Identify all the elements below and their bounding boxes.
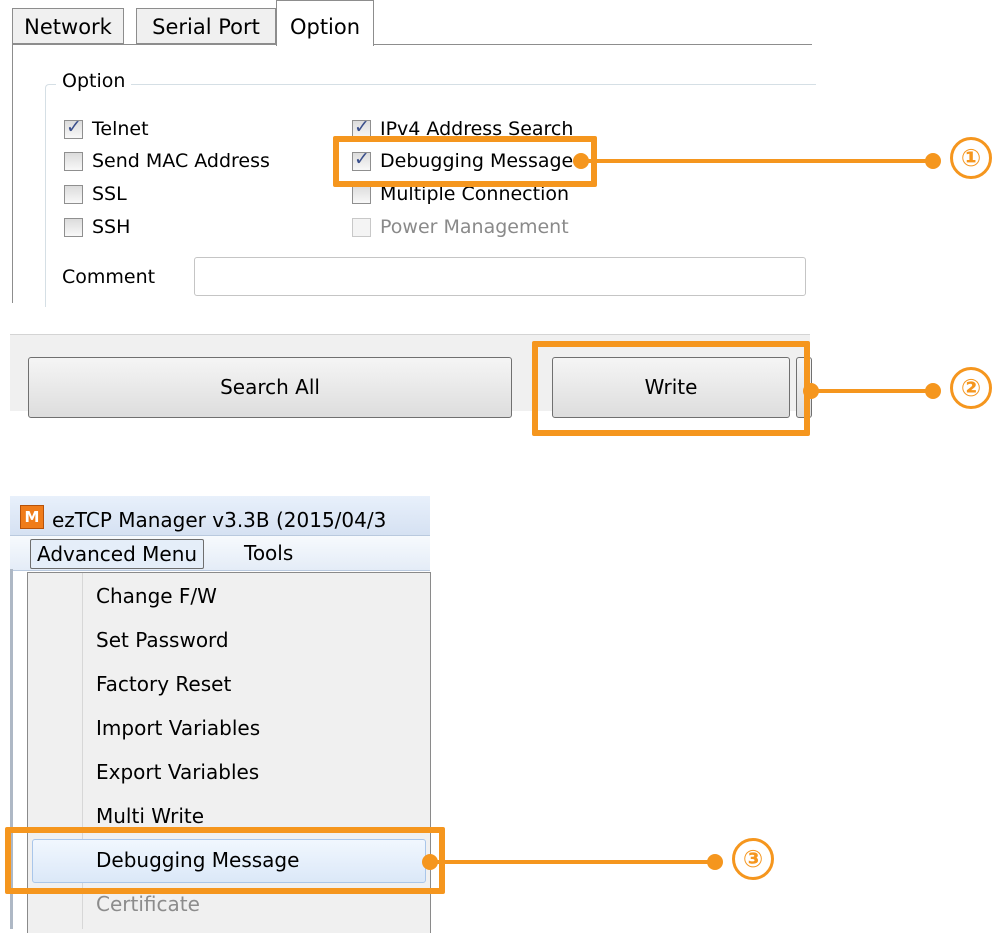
callout-number-3: ③ (732, 838, 774, 880)
menu-item-export-variables[interactable]: Export Variables (96, 760, 259, 784)
tab-network[interactable]: Network (12, 8, 124, 44)
callout-connector-3 (430, 860, 717, 864)
tab-option[interactable]: Option (276, 0, 374, 46)
app-logo-icon: M (20, 505, 44, 529)
menu-item-import-variables[interactable]: Import Variables (96, 716, 260, 740)
menu-item-change-fw[interactable]: Change F/W (96, 584, 217, 608)
ssh-checkbox[interactable] (64, 218, 83, 237)
checkmark-icon: ✓ (66, 116, 82, 138)
search-all-button[interactable]: Search All (28, 357, 512, 418)
callout-connector-1 (580, 159, 935, 163)
menu-tools[interactable]: Tools (238, 539, 299, 567)
ssl-checkbox[interactable] (64, 185, 83, 204)
callout-connector-2 (810, 389, 935, 393)
tab-strip: Network Serial Port Option (12, 0, 812, 46)
callout-highlight-2 (532, 341, 810, 436)
callout-dot-icon (707, 854, 723, 870)
callout-dot-icon (925, 153, 941, 169)
checkmark-icon: ✓ (354, 116, 370, 138)
menu-item-multi-write[interactable]: Multi Write (96, 804, 204, 828)
window-title: ezTCP Manager v3.3B (2015/04/3 (52, 508, 387, 532)
ssh-label: SSH (92, 216, 131, 238)
callout-number-1: ① (950, 137, 992, 179)
callout-number-2: ② (950, 367, 992, 409)
callout-highlight-3 (5, 827, 445, 894)
telnet-checkbox[interactable]: ✓ (64, 116, 83, 139)
menu-item-certificate: Certificate (96, 892, 200, 916)
power-management-checkbox (352, 218, 371, 237)
menu-item-factory-reset[interactable]: Factory Reset (96, 672, 231, 696)
telnet-label: Telnet (92, 118, 149, 140)
power-management-label: Power Management (380, 216, 569, 238)
multiple-connection-checkbox[interactable] (352, 185, 371, 204)
menu-item-set-password[interactable]: Set Password (96, 628, 229, 652)
comment-label: Comment (62, 266, 156, 288)
callout-highlight-1 (333, 136, 597, 187)
send-mac-address-checkbox[interactable] (64, 152, 83, 171)
menu-advanced[interactable]: Advanced Menu (30, 539, 205, 569)
callout-dot-icon (925, 383, 941, 399)
option-group-title: Option (56, 70, 132, 92)
tab-divider (12, 44, 812, 45)
comment-input[interactable] (194, 257, 806, 296)
tab-serial-port[interactable]: Serial Port (136, 8, 276, 44)
send-mac-address-label: Send MAC Address (92, 150, 270, 172)
ssl-label: SSL (92, 183, 127, 205)
